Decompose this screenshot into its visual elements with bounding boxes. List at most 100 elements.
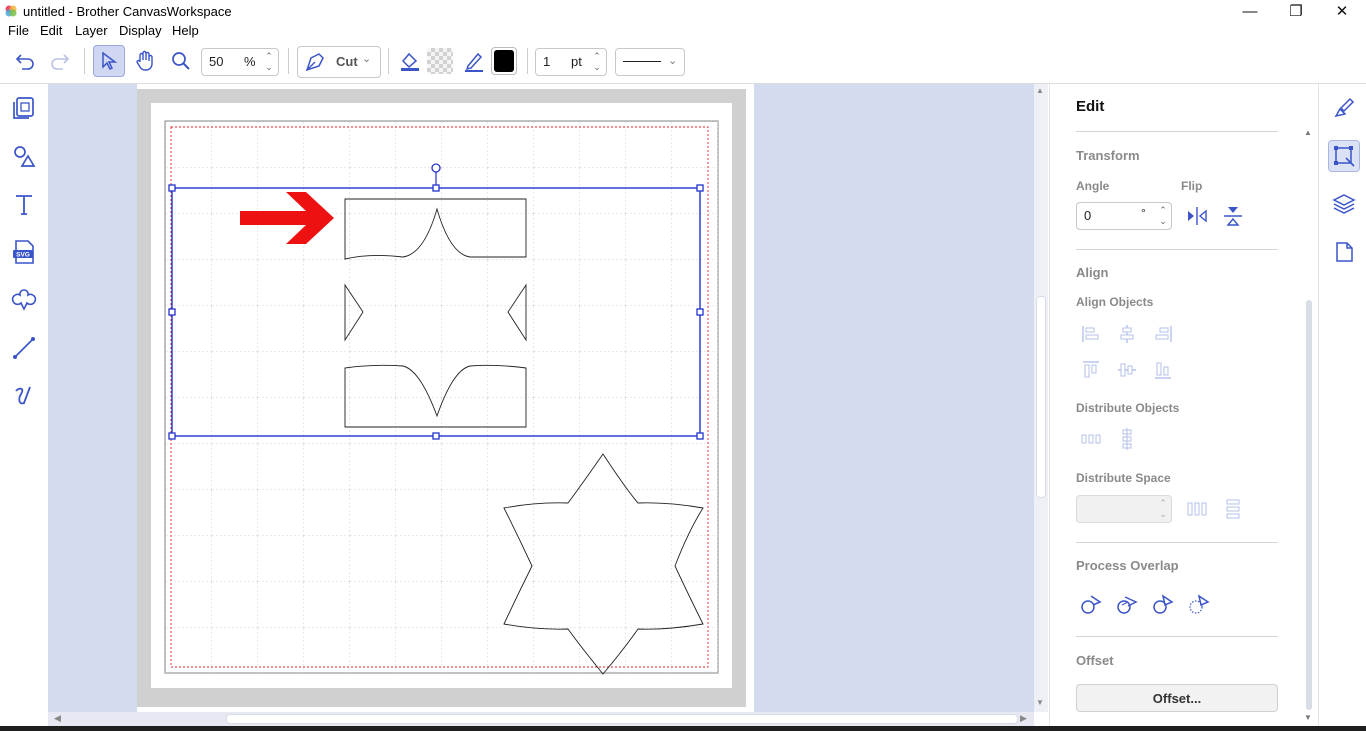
- align-objects-label: Align Objects: [1076, 295, 1154, 309]
- svg-import-tool[interactable]: SVG: [9, 237, 39, 267]
- distribute-space-field[interactable]: ⌃ ⌄: [1076, 495, 1172, 523]
- panel-scroll-up-icon[interactable]: ▲: [1304, 128, 1312, 137]
- weld-icon: [1081, 595, 1102, 614]
- zoom-field[interactable]: 50 % ⌃ ⌄: [201, 48, 279, 76]
- tab-layers[interactable]: [1328, 188, 1360, 220]
- transform-heading: Transform: [1076, 148, 1140, 163]
- align-left-button[interactable]: [1080, 323, 1102, 345]
- menu-edit[interactable]: Edit: [40, 23, 62, 38]
- pattern-icon: [11, 289, 37, 311]
- width-up-icon[interactable]: ⌃: [591, 52, 603, 61]
- undo-button[interactable]: [12, 49, 38, 73]
- width-down-icon[interactable]: ⌄: [591, 63, 603, 72]
- space-horizontal-button[interactable]: [1186, 498, 1208, 520]
- resize-handle[interactable]: [168, 184, 176, 192]
- menu-display[interactable]: Display: [119, 23, 162, 38]
- pattern-tool[interactable]: [9, 285, 39, 315]
- align-middle-button[interactable]: [1116, 359, 1138, 381]
- line-style-dropdown[interactable]: ⌄: [615, 48, 685, 76]
- line-width-field[interactable]: 1 pt ⌃ ⌄: [535, 48, 607, 76]
- space-up-icon[interactable]: ⌃: [1157, 499, 1169, 508]
- exclude-button[interactable]: [1188, 593, 1210, 615]
- flip-vertical-button[interactable]: [1222, 205, 1244, 227]
- space-down-icon[interactable]: ⌄: [1157, 510, 1169, 519]
- angle-label: Angle: [1076, 179, 1110, 193]
- pages-icon: [13, 97, 34, 119]
- weld-button[interactable]: [1080, 593, 1102, 615]
- align-right-button[interactable]: [1152, 323, 1174, 345]
- horizontal-scrollbar[interactable]: ◀ ▶: [48, 712, 1034, 726]
- vertical-scrollbar[interactable]: ▲ ▼: [1034, 84, 1048, 712]
- line-color-swatch[interactable]: [491, 47, 517, 75]
- fill-color-swatch[interactable]: [427, 48, 453, 74]
- pages-tool[interactable]: [9, 93, 39, 123]
- distribute-vertical-button[interactable]: [1116, 428, 1138, 450]
- align-bottom-button[interactable]: [1152, 359, 1174, 381]
- scroll-up-icon[interactable]: ▲: [1036, 86, 1044, 95]
- mat-grid: [165, 121, 718, 673]
- canvas-drawing[interactable]: [48, 84, 1034, 712]
- panel-scroll-thumb[interactable]: [1306, 300, 1312, 710]
- shapes-tool[interactable]: [9, 141, 39, 171]
- resize-handle[interactable]: [432, 432, 440, 440]
- angle-up-icon[interactable]: ⌃: [1157, 206, 1169, 215]
- line-tool[interactable]: [9, 333, 39, 363]
- resize-handle[interactable]: [696, 432, 704, 440]
- zoom-down-icon[interactable]: ⌄: [263, 63, 275, 72]
- intersect-button[interactable]: [1116, 593, 1138, 615]
- close-button[interactable]: ✕: [1319, 0, 1365, 22]
- scroll-left-icon[interactable]: ◀: [54, 713, 61, 724]
- tab-page[interactable]: [1328, 236, 1360, 268]
- select-tool-button[interactable]: [93, 45, 125, 77]
- text-tool[interactable]: [9, 189, 39, 219]
- menu-file[interactable]: File: [8, 23, 29, 38]
- align-center-button[interactable]: [1116, 323, 1138, 345]
- select-arrow-icon: [102, 51, 118, 71]
- offset-button[interactable]: Offset...: [1076, 684, 1278, 712]
- align-top-button[interactable]: [1080, 359, 1102, 381]
- maximize-button[interactable]: ❐: [1273, 0, 1319, 22]
- angle-field[interactable]: 0 ° ⌃ ⌄: [1076, 202, 1172, 230]
- minimize-button[interactable]: —: [1227, 0, 1273, 22]
- flip-horizontal-button[interactable]: [1186, 205, 1208, 227]
- scroll-down-icon[interactable]: ▼: [1036, 698, 1044, 707]
- toolbar: 50 % ⌃ ⌄ Cut ⌄ 1 pt ⌃ ⌄ ⌄: [0, 40, 1366, 84]
- scroll-right-icon[interactable]: ▶: [1020, 713, 1027, 724]
- svg-import-icon: SVG: [13, 240, 34, 264]
- freehand-icon: [15, 386, 31, 405]
- space-vertical-button[interactable]: [1222, 498, 1244, 520]
- subtract-icon: [1153, 594, 1174, 614]
- taskbar-edge: [0, 726, 1366, 731]
- angle-down-icon[interactable]: ⌄: [1157, 217, 1169, 226]
- resize-handle[interactable]: [168, 308, 176, 316]
- hand-tool-button[interactable]: [131, 47, 159, 75]
- resize-handle[interactable]: [432, 184, 440, 192]
- line-color-button[interactable]: [461, 48, 487, 74]
- resize-handle[interactable]: [696, 184, 704, 192]
- menu-help[interactable]: Help: [172, 23, 199, 38]
- panel-scroll-down-icon[interactable]: ▼: [1304, 713, 1312, 722]
- canvas-area[interactable]: [48, 84, 1034, 712]
- align-center-icon: [1120, 325, 1134, 343]
- resize-handle[interactable]: [696, 308, 704, 316]
- cut-mode-dropdown[interactable]: Cut ⌄: [297, 46, 381, 78]
- horizontal-scroll-thumb[interactable]: [226, 714, 1018, 724]
- intersect-icon: [1117, 596, 1138, 614]
- freehand-tool[interactable]: [9, 381, 39, 411]
- menu-layer[interactable]: Layer: [75, 23, 108, 38]
- process-overlap-heading: Process Overlap: [1076, 558, 1179, 573]
- zoom-tool-button[interactable]: [167, 47, 195, 75]
- vertical-scroll-thumb[interactable]: [1036, 296, 1046, 498]
- redo-button[interactable]: [47, 49, 73, 73]
- hand-icon: [136, 50, 153, 71]
- rotate-handle[interactable]: [431, 163, 441, 173]
- tab-edit[interactable]: [1328, 140, 1360, 172]
- zoom-up-icon[interactable]: ⌃: [263, 52, 275, 61]
- minimize-icon: —: [1242, 2, 1258, 20]
- resize-handle[interactable]: [168, 432, 176, 440]
- panel-title: Edit: [1076, 98, 1105, 115]
- tab-attributes[interactable]: [1328, 92, 1360, 124]
- subtract-button[interactable]: [1152, 593, 1174, 615]
- distribute-horizontal-button[interactable]: [1080, 428, 1102, 450]
- fill-button[interactable]: [397, 48, 423, 74]
